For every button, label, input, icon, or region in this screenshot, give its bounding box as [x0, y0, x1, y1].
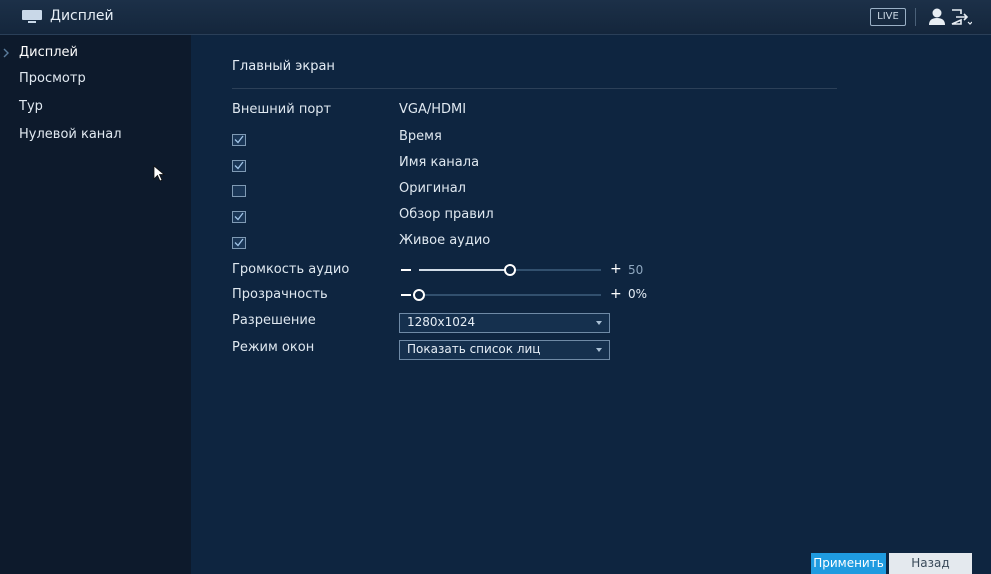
plus-icon[interactable]: +: [610, 261, 622, 277]
transparency-value: 0%: [628, 287, 648, 301]
window-mode-label: Режим окон: [232, 340, 315, 355]
transparency-label: Прозрачность: [232, 287, 328, 302]
audio-volume-value: 50: [628, 263, 644, 277]
live-audio-label: Живое аудио: [399, 233, 491, 248]
time-checkbox[interactable]: [232, 134, 246, 146]
slider-knob[interactable]: [504, 264, 516, 276]
monitor-icon: [22, 10, 42, 23]
output-port-value: VGA/HDMI: [399, 102, 467, 117]
slider-track: [419, 294, 601, 296]
section-divider: [232, 88, 837, 89]
checkmark-icon: [234, 238, 244, 247]
header-divider: [915, 8, 916, 26]
sidebar-item-display[interactable]: Дисплей: [0, 41, 191, 67]
apply-button[interactable]: Применить: [811, 553, 886, 574]
chevron-right-icon: [3, 48, 9, 58]
user-icon[interactable]: [928, 8, 946, 25]
channel-name-label: Имя канала: [399, 155, 480, 170]
sidebar-item-label: Дисплей: [19, 45, 79, 60]
sidebar-item-view[interactable]: Просмотр: [0, 67, 191, 93]
sidebar-item-tour[interactable]: Тур: [0, 95, 191, 121]
audio-volume-label: Громкость аудио: [232, 262, 350, 277]
original-checkbox[interactable]: [232, 185, 246, 197]
chevron-down-icon: [596, 348, 602, 352]
top-bar: Дисплей LIVE: [0, 0, 991, 35]
original-label: Оригинал: [399, 181, 466, 196]
sidebar-item-label: Тур: [19, 99, 43, 114]
resolution-selected: 1280x1024: [407, 315, 476, 329]
rules-overview-label: Обзор правил: [399, 207, 494, 222]
sidebar-item-label: Просмотр: [19, 71, 86, 86]
sidebar-item-label: Нулевой канал: [19, 127, 122, 142]
channel-name-checkbox[interactable]: [232, 160, 246, 172]
output-port-label: Внешний порт: [232, 102, 332, 117]
transparency-slider[interactable]: +: [401, 286, 636, 302]
minus-icon[interactable]: [401, 294, 411, 296]
live-button[interactable]: LIVE: [870, 8, 906, 26]
window-mode-selected: Показать список лиц: [407, 342, 541, 356]
back-button[interactable]: Назад: [889, 553, 972, 574]
sidebar-item-zero-channel[interactable]: Нулевой канал: [0, 123, 191, 149]
page-title: Дисплей: [50, 8, 114, 24]
slider-fill: [419, 269, 510, 271]
window-mode-select[interactable]: Показать список лиц: [399, 340, 610, 360]
live-audio-checkbox[interactable]: [232, 237, 246, 249]
chevron-down-icon: [596, 321, 602, 325]
checkmark-icon: [234, 135, 244, 144]
logout-icon[interactable]: [950, 8, 972, 26]
checkmark-icon: [234, 212, 244, 221]
section-title: Главный экран: [232, 59, 335, 74]
minus-icon[interactable]: [401, 269, 411, 271]
resolution-select[interactable]: 1280x1024: [399, 313, 610, 333]
resolution-label: Разрешение: [232, 313, 316, 328]
mouse-cursor-icon: [153, 165, 166, 182]
checkmark-icon: [234, 161, 244, 170]
audio-volume-slider[interactable]: +: [401, 261, 636, 277]
rules-overview-checkbox[interactable]: [232, 211, 246, 223]
time-label: Время: [399, 129, 442, 144]
slider-knob[interactable]: [413, 289, 425, 301]
plus-icon[interactable]: +: [610, 286, 622, 302]
sidebar: Дисплей Просмотр Тур Нулевой канал: [0, 35, 191, 574]
